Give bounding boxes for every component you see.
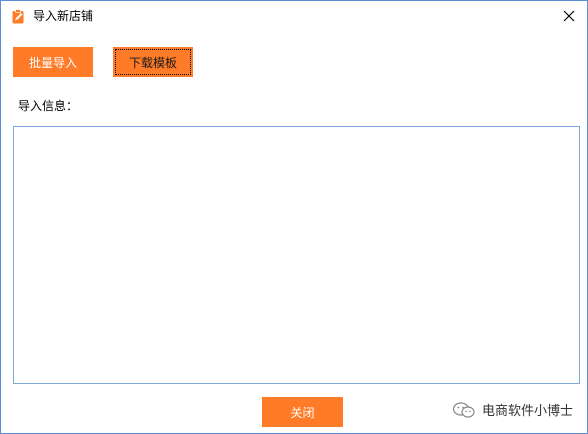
watermark: 电商软件小博士: [452, 400, 573, 419]
import-info-label: 导入信息：: [18, 99, 79, 113]
clipboard-edit-icon: [12, 9, 24, 24]
close-icon[interactable]: [557, 4, 581, 28]
download-template-button[interactable]: 下载模板: [113, 47, 193, 77]
close-button[interactable]: 关闭: [262, 397, 343, 427]
import-info-textarea[interactable]: [13, 126, 580, 384]
dialog-window: 导入新店铺 批量导入 下载模板 导入信息： 关闭 电商软件小博士: [0, 0, 588, 434]
batch-import-button[interactable]: 批量导入: [13, 47, 93, 77]
watermark-text: 电商软件小博士: [481, 404, 573, 419]
title-bar: 导入新店铺: [1, 1, 587, 32]
window-title: 导入新店铺: [33, 9, 94, 23]
wechat-icon: [452, 401, 475, 418]
